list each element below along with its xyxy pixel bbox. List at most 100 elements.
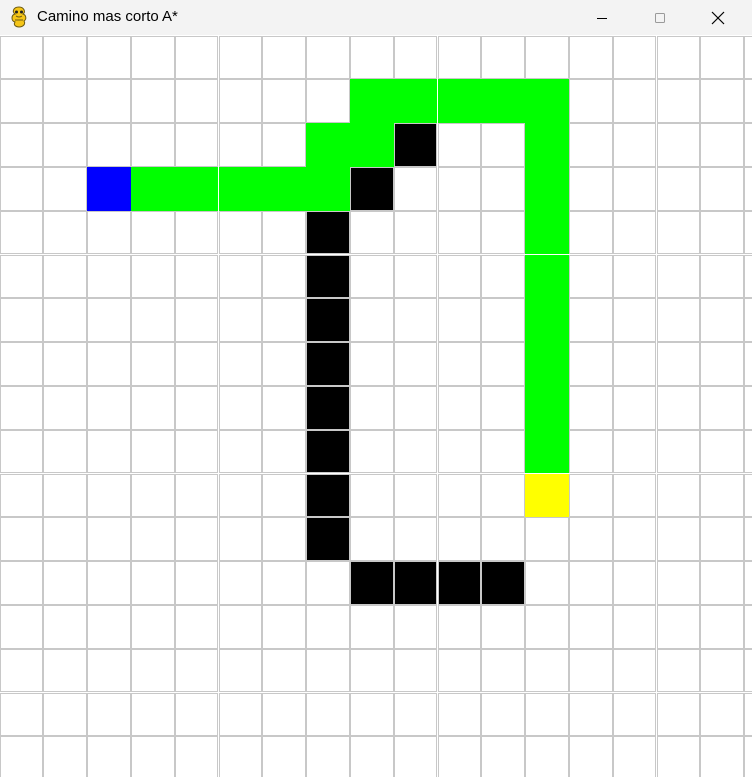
path-cell[interactable]: [525, 210, 569, 255]
grid-cell[interactable]: [349, 692, 394, 737]
grid-cell[interactable]: [262, 604, 307, 649]
grid-cell[interactable]: [262, 254, 307, 299]
grid-cell[interactable]: [262, 298, 307, 343]
grid-cell[interactable]: [700, 385, 745, 430]
grid-cell[interactable]: [656, 79, 701, 124]
grid-cell[interactable]: [130, 342, 175, 386]
grid-cell[interactable]: [0, 35, 44, 80]
grid-cell[interactable]: [612, 429, 657, 474]
grid-cell[interactable]: [656, 35, 701, 80]
grid-cell[interactable]: [700, 123, 745, 167]
grid-cell[interactable]: [0, 473, 44, 518]
grid-cell[interactable]: [349, 736, 394, 777]
grid-cell[interactable]: [349, 473, 394, 518]
grid-cell[interactable]: [393, 385, 438, 430]
grid-cell[interactable]: [43, 342, 88, 386]
grid-cell[interactable]: [612, 561, 657, 605]
grid-cell[interactable]: [130, 517, 175, 562]
grid-cell[interactable]: [87, 210, 131, 255]
grid-cell[interactable]: [218, 123, 263, 167]
grid-cell[interactable]: [0, 79, 44, 124]
grid-cell[interactable]: [218, 210, 263, 255]
wall-cell[interactable]: [306, 517, 350, 562]
grid-cell[interactable]: [87, 648, 131, 693]
grid-cell[interactable]: [43, 473, 88, 518]
grid-cell[interactable]: [218, 692, 263, 737]
grid-cell[interactable]: [700, 604, 745, 649]
grid-cell[interactable]: [656, 648, 701, 693]
grid-cell[interactable]: [130, 473, 175, 518]
grid-cell[interactable]: [130, 298, 175, 343]
grid-cell[interactable]: [744, 736, 752, 777]
grid-cell[interactable]: [0, 166, 44, 211]
grid-cell[interactable]: [218, 736, 263, 777]
grid-cell[interactable]: [174, 342, 219, 386]
grid-cell[interactable]: [481, 35, 526, 80]
wall-cell[interactable]: [349, 166, 394, 211]
grid-cell[interactable]: [218, 298, 263, 343]
grid-cell[interactable]: [349, 210, 394, 255]
grid-cell[interactable]: [481, 210, 526, 255]
path-cell[interactable]: [262, 166, 307, 211]
grid-cell[interactable]: [612, 604, 657, 649]
path-cell[interactable]: [306, 123, 350, 167]
grid-cell[interactable]: [43, 166, 88, 211]
grid-cell[interactable]: [87, 298, 131, 343]
grid-cell[interactable]: [43, 35, 88, 80]
grid-cell[interactable]: [130, 35, 175, 80]
grid-cell[interactable]: [437, 254, 482, 299]
grid-cell[interactable]: [612, 35, 657, 80]
close-button[interactable]: [695, 0, 741, 35]
grid-cell[interactable]: [481, 648, 526, 693]
grid-cell[interactable]: [525, 692, 569, 737]
grid-cell[interactable]: [262, 561, 307, 605]
grid-cell[interactable]: [262, 385, 307, 430]
grid-cell[interactable]: [437, 517, 482, 562]
grid-cell[interactable]: [437, 35, 482, 80]
grid-cell[interactable]: [43, 429, 88, 474]
grid-cell[interactable]: [393, 298, 438, 343]
grid-cell[interactable]: [174, 648, 219, 693]
grid-cell[interactable]: [437, 385, 482, 430]
grid-cell[interactable]: [700, 648, 745, 693]
grid-cell[interactable]: [700, 254, 745, 299]
grid-cell[interactable]: [568, 561, 613, 605]
grid-cell[interactable]: [306, 561, 350, 605]
title-bar[interactable]: Camino mas corto A*: [0, 0, 752, 35]
grid-cell[interactable]: [0, 254, 44, 299]
grid-cell[interactable]: [525, 604, 569, 649]
grid-cell[interactable]: [43, 692, 88, 737]
grid-cell[interactable]: [218, 648, 263, 693]
wall-cell[interactable]: [306, 254, 350, 299]
grid-cell[interactable]: [130, 692, 175, 737]
grid-cell[interactable]: [130, 648, 175, 693]
grid-cell[interactable]: [87, 736, 131, 777]
path-cell[interactable]: [349, 123, 394, 167]
grid-cell[interactable]: [43, 604, 88, 649]
grid-cell[interactable]: [43, 254, 88, 299]
maximize-button[interactable]: [637, 0, 683, 35]
grid-cell[interactable]: [87, 123, 131, 167]
grid-cell[interactable]: [612, 342, 657, 386]
grid-cell[interactable]: [481, 123, 526, 167]
grid-cell[interactable]: [656, 210, 701, 255]
grid-cell[interactable]: [306, 35, 350, 80]
grid-cell[interactable]: [481, 604, 526, 649]
grid-cell[interactable]: [218, 604, 263, 649]
grid-cell[interactable]: [87, 35, 131, 80]
wall-cell[interactable]: [306, 342, 350, 386]
grid-cell[interactable]: [349, 604, 394, 649]
path-cell[interactable]: [525, 298, 569, 343]
grid-cell[interactable]: [525, 736, 569, 777]
grid-cell[interactable]: [262, 517, 307, 562]
grid-cell[interactable]: [43, 736, 88, 777]
wall-cell[interactable]: [393, 123, 438, 167]
grid-cell[interactable]: [349, 517, 394, 562]
grid-cell[interactable]: [262, 123, 307, 167]
grid-cell[interactable]: [700, 473, 745, 518]
grid-cell[interactable]: [700, 736, 745, 777]
grid-cell[interactable]: [481, 166, 526, 211]
grid-cell[interactable]: [744, 604, 752, 649]
wall-cell[interactable]: [306, 473, 350, 518]
path-cell[interactable]: [349, 79, 394, 124]
